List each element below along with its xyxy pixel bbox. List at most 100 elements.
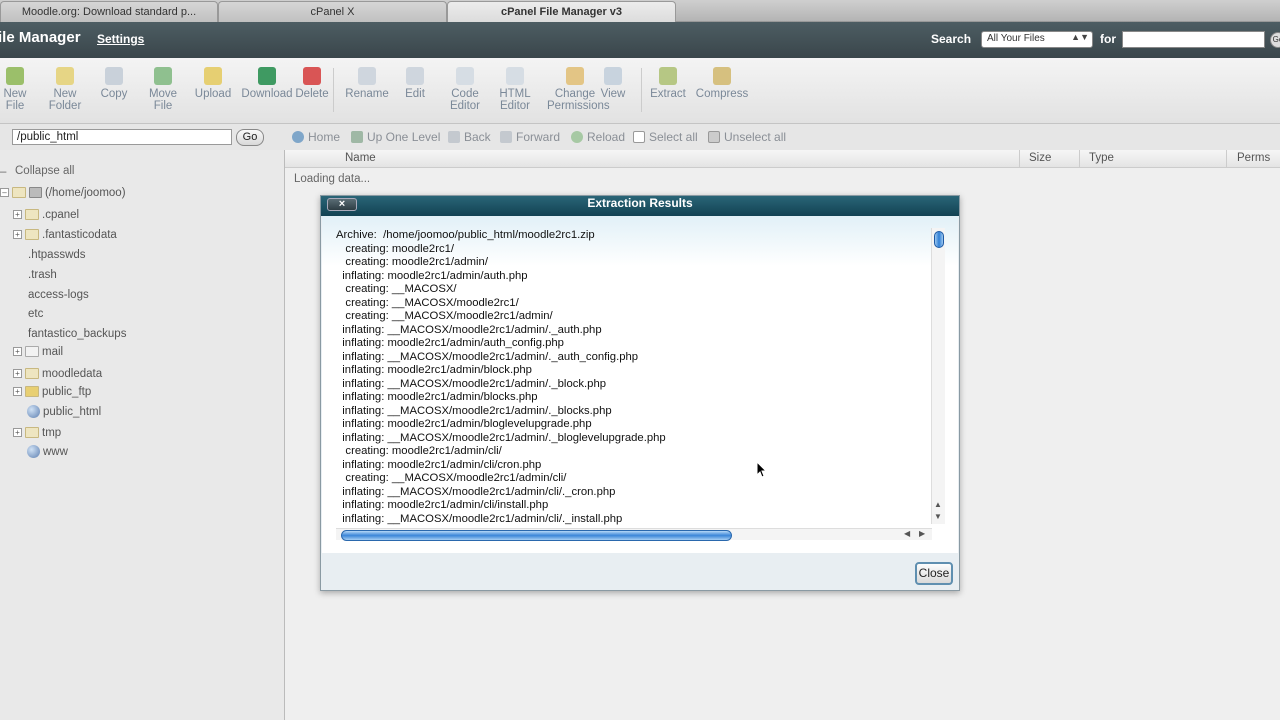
log-line: inflating: __MACOSX/moodle2rc1/admin/cli… [336, 485, 616, 498]
search-scope-select[interactable]: All Your Files ▲▼ [981, 31, 1093, 48]
toolbar-edit-button[interactable]: Edit [387, 66, 443, 100]
reload-button[interactable]: Reload [571, 130, 625, 144]
toolbar-label: Upload [194, 88, 232, 100]
toolbar-new-folder-button[interactable]: New Folder [37, 66, 93, 112]
dialog-close-button[interactable]: Close [915, 562, 953, 585]
tree-item-mail[interactable]: + mail [13, 346, 63, 358]
code-editor-icon [456, 67, 474, 85]
tree-item-label: public_html [43, 406, 102, 418]
toolbar-label: Compress [695, 88, 749, 100]
mail-folder-icon [25, 346, 39, 357]
search-go-button[interactable]: Go [1270, 32, 1280, 48]
collapse-all-label: Collapse all [15, 165, 75, 177]
vertical-scrollbar[interactable]: ▲ ▼ [931, 228, 945, 524]
back-arrow-icon [448, 131, 460, 143]
path-input[interactable]: /public_html [12, 129, 232, 145]
horizontal-scroll-thumb[interactable] [341, 530, 732, 541]
tree-item-www[interactable]: www [27, 445, 68, 458]
extract-icon [659, 67, 677, 85]
tree-item-moodledata[interactable]: + moodledata [13, 368, 102, 380]
forward-label: Forward [516, 130, 561, 144]
scroll-up-arrow-icon[interactable]: ▲ [934, 500, 942, 509]
toolbar-view-magnifier-button[interactable]: View [585, 66, 641, 100]
collapse-all-link[interactable]: – Collapse all [0, 165, 75, 178]
browser-tab-cpanel[interactable]: cPanel X [218, 1, 447, 22]
tree-item-label: mail [42, 346, 64, 358]
toolbar-label: New Folder [48, 88, 82, 112]
toolbar-compress-button[interactable]: Compress [694, 66, 750, 100]
expand-toggle-icon[interactable]: + [13, 210, 22, 219]
toolbar: New File New Folder Copy Move File Upload Dow… [0, 58, 1280, 124]
expand-toggle-icon[interactable]: + [13, 387, 22, 396]
dialog-close-x-button[interactable]: × [327, 198, 357, 211]
upload-icon [204, 67, 222, 85]
browser-tab-bar: Moodle.org: Download standard p... cPane… [0, 0, 1280, 22]
tree-item-public-html[interactable]: public_html [27, 405, 101, 418]
tree-root[interactable]: – (/home/joomoo) [0, 187, 126, 199]
log-line: inflating: moodle2rc1/admin/auth_config.… [336, 337, 564, 349]
folder-icon [25, 427, 39, 438]
vertical-scroll-thumb[interactable] [934, 231, 944, 248]
log-line: creating: moodle2rc1/admin/ [336, 256, 488, 268]
path-bar: /public_html Go [0, 124, 285, 150]
toolbar-move-file-button[interactable]: Move File [135, 66, 191, 112]
horizontal-scrollbar[interactable]: ◀ ▶ [336, 528, 932, 541]
browser-tab-file-manager[interactable]: cPanel File Manager v3 [447, 1, 676, 22]
forward-arrow-icon [500, 131, 512, 143]
browser-tab-moodle[interactable]: Moodle.org: Download standard p... [0, 1, 218, 22]
tree-item-htpasswds[interactable]: .htpasswds [28, 249, 86, 261]
tree-item-cpanel[interactable]: + .cpanel [13, 209, 79, 221]
log-line: inflating: __MACOSX/moodle2rc1/admin/._a… [336, 350, 639, 363]
tree-item-trash[interactable]: .trash [28, 269, 57, 281]
search-input[interactable] [1122, 31, 1265, 48]
toolbar-code-editor-button[interactable]: Code Editor [437, 66, 493, 112]
expand-toggle-icon[interactable]: + [13, 347, 22, 356]
back-button[interactable]: Back [448, 130, 491, 144]
mouse-pointer-icon [757, 462, 767, 478]
tree-item-etc[interactable]: etc [28, 308, 43, 320]
toolbar-copy-button[interactable]: Copy [86, 66, 142, 100]
toolbar-separator [641, 68, 642, 112]
toolbar-extract-button[interactable]: Extract [640, 66, 696, 100]
toolbar-delete-button[interactable]: Delete [284, 66, 340, 100]
folder-tree-sidebar: – Collapse all – (/home/joomoo) + .cpanel +.… [0, 150, 285, 720]
select-all-button[interactable]: Select all [633, 130, 698, 144]
unselect-all-button[interactable]: Unselect all [708, 130, 786, 144]
scroll-down-arrow-icon[interactable]: ▼ [934, 512, 942, 521]
column-header-perms[interactable]: Perms [1237, 152, 1270, 164]
tree-item-fantasticodata[interactable]: + .fantasticodata [13, 229, 117, 241]
file-list-header: Name Size Type Perms [285, 150, 1280, 168]
tree-item-label: www [43, 446, 68, 458]
select-all-label: Select all [649, 130, 698, 144]
scroll-left-arrow-icon[interactable]: ◀ [904, 529, 910, 538]
expand-toggle-icon[interactable]: + [13, 230, 22, 239]
column-header-size[interactable]: Size [1029, 152, 1051, 164]
home-button[interactable]: Home [292, 130, 340, 144]
tree-item-public-ftp[interactable]: + public_ftp [13, 386, 91, 398]
log-line: inflating: moodle2rc1/admin/cli/install.… [336, 499, 549, 511]
path-go-button[interactable]: Go [236, 129, 264, 146]
toolbar-upload-button[interactable]: Upload [185, 66, 241, 100]
search-label: Search [931, 32, 972, 46]
up-one-level-button[interactable]: Up One Level [351, 130, 440, 144]
expand-toggle-icon[interactable]: + [13, 369, 22, 378]
log-line: inflating: moodle2rc1/admin/block.php [336, 364, 532, 376]
tree-item-access-logs[interactable]: access-logs [28, 289, 89, 301]
settings-link[interactable]: Settings [97, 32, 144, 46]
tree-item-tmp[interactable]: + tmp [13, 427, 61, 439]
dialog-body: Archive: /home/joomoo/public_html/moodle… [322, 216, 958, 553]
log-line: creating: __MACOSX/moodle2rc1/admin/ [336, 310, 553, 322]
toolbar-label: Move File [148, 88, 178, 112]
log-line: Archive: /home/joomoo/public_html/moodle… [336, 229, 595, 241]
tree-item-fantastico-backups[interactable]: fantastico_backups [28, 328, 126, 340]
log-line: inflating: moodle2rc1/admin/blocks.php [336, 391, 538, 403]
globe-icon [27, 405, 40, 418]
toolbar-html-editor-button[interactable]: HTML Editor [487, 66, 543, 112]
column-header-type[interactable]: Type [1089, 152, 1114, 164]
toolbar-separator [333, 68, 334, 112]
expand-toggle-icon[interactable]: + [13, 428, 22, 437]
select-arrows-icon: ▲▼ [1071, 32, 1089, 42]
scroll-right-arrow-icon[interactable]: ▶ [919, 529, 925, 538]
forward-button[interactable]: Forward [500, 130, 560, 144]
column-header-name[interactable]: Name [345, 152, 376, 164]
